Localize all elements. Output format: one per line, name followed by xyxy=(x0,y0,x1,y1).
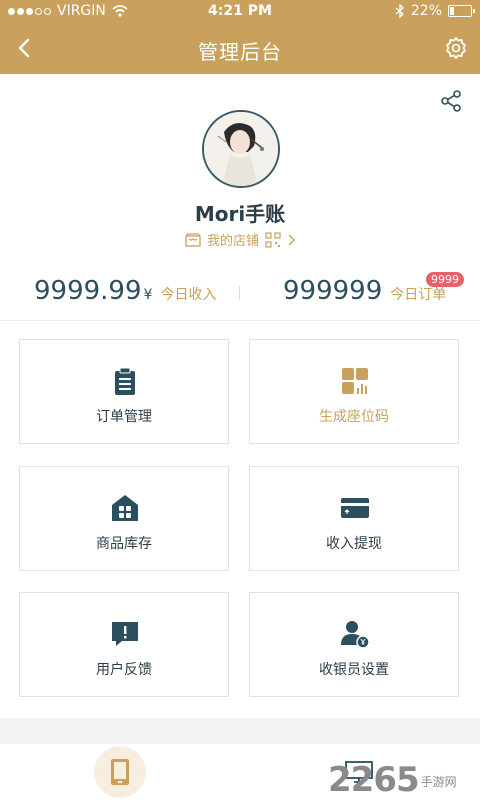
feedback-card[interactable]: 用户反馈 xyxy=(19,592,229,697)
qrcode-icon xyxy=(342,368,368,394)
shop-name: Mori手账 xyxy=(194,202,286,226)
card-label: 商品库存 xyxy=(96,536,152,552)
card-label: 收入提现 xyxy=(326,536,382,552)
status-bar: VIRGIN 4:21 PM 22% xyxy=(0,0,480,24)
clipboard-icon xyxy=(115,367,135,395)
orders-value: 999999 xyxy=(283,276,383,306)
avatar[interactable] xyxy=(202,110,280,188)
card-label: 生成座位码 xyxy=(319,409,389,425)
share-icon[interactable] xyxy=(440,90,462,112)
divider xyxy=(0,320,480,321)
watermark-number: 2265 xyxy=(328,760,420,800)
stats-row: 9999.99 ¥ 今日收入 999999 今日订单 xyxy=(0,268,480,320)
store-icon xyxy=(112,495,138,521)
status-right: 22% xyxy=(395,3,475,19)
battery-percent: 22% xyxy=(410,3,442,19)
cashier-icon xyxy=(341,621,370,649)
income-stat[interactable]: 9999.99 ¥ 今日收入 xyxy=(34,276,216,326)
seat-code-card[interactable]: 生成座位码 xyxy=(249,339,459,444)
income-value: 9999.99 xyxy=(34,276,142,306)
nav-bar: 管理后台 xyxy=(0,24,480,74)
card-label: 收银员设置 xyxy=(319,662,389,678)
my-shop-link[interactable]: 我的店铺 xyxy=(0,230,480,249)
income-currency: ¥ xyxy=(143,287,153,303)
my-shop-label: 我的店铺 xyxy=(206,234,259,249)
watermark: 2265 手游网 xyxy=(328,744,480,800)
shop-icon xyxy=(185,232,201,247)
withdraw-card[interactable]: 收入提现 xyxy=(249,466,459,571)
stats-divider xyxy=(239,286,240,300)
tablet-icon xyxy=(111,759,129,785)
chevron-right-icon xyxy=(288,234,295,245)
page-title: 管理后台 xyxy=(198,40,282,64)
avatar-illustration xyxy=(204,112,278,186)
gear-icon[interactable] xyxy=(444,36,468,60)
battery-icon xyxy=(448,5,475,17)
card-label: 订单管理 xyxy=(96,409,152,425)
order-management-card[interactable]: 订单管理 xyxy=(19,339,229,444)
income-label: 今日收入 xyxy=(160,287,217,303)
orders-stat[interactable]: 999999 今日订单 xyxy=(283,276,446,326)
card-label: 用户反馈 xyxy=(96,662,152,678)
inventory-card[interactable]: 商品库存 xyxy=(19,466,229,571)
watermark-text: 手游网 xyxy=(420,775,457,789)
tab-admin[interactable] xyxy=(94,746,146,798)
qrcode-small-icon[interactable] xyxy=(265,231,281,248)
orders-label: 今日订单 xyxy=(390,287,447,303)
bottom-spacer xyxy=(0,718,480,744)
feedback-icon xyxy=(112,622,138,646)
card-icon xyxy=(341,498,369,518)
cashier-settings-card[interactable]: 收银员设置 xyxy=(249,592,459,697)
bluetooth-icon xyxy=(395,4,404,18)
orders-badge: 9999 xyxy=(426,272,464,287)
